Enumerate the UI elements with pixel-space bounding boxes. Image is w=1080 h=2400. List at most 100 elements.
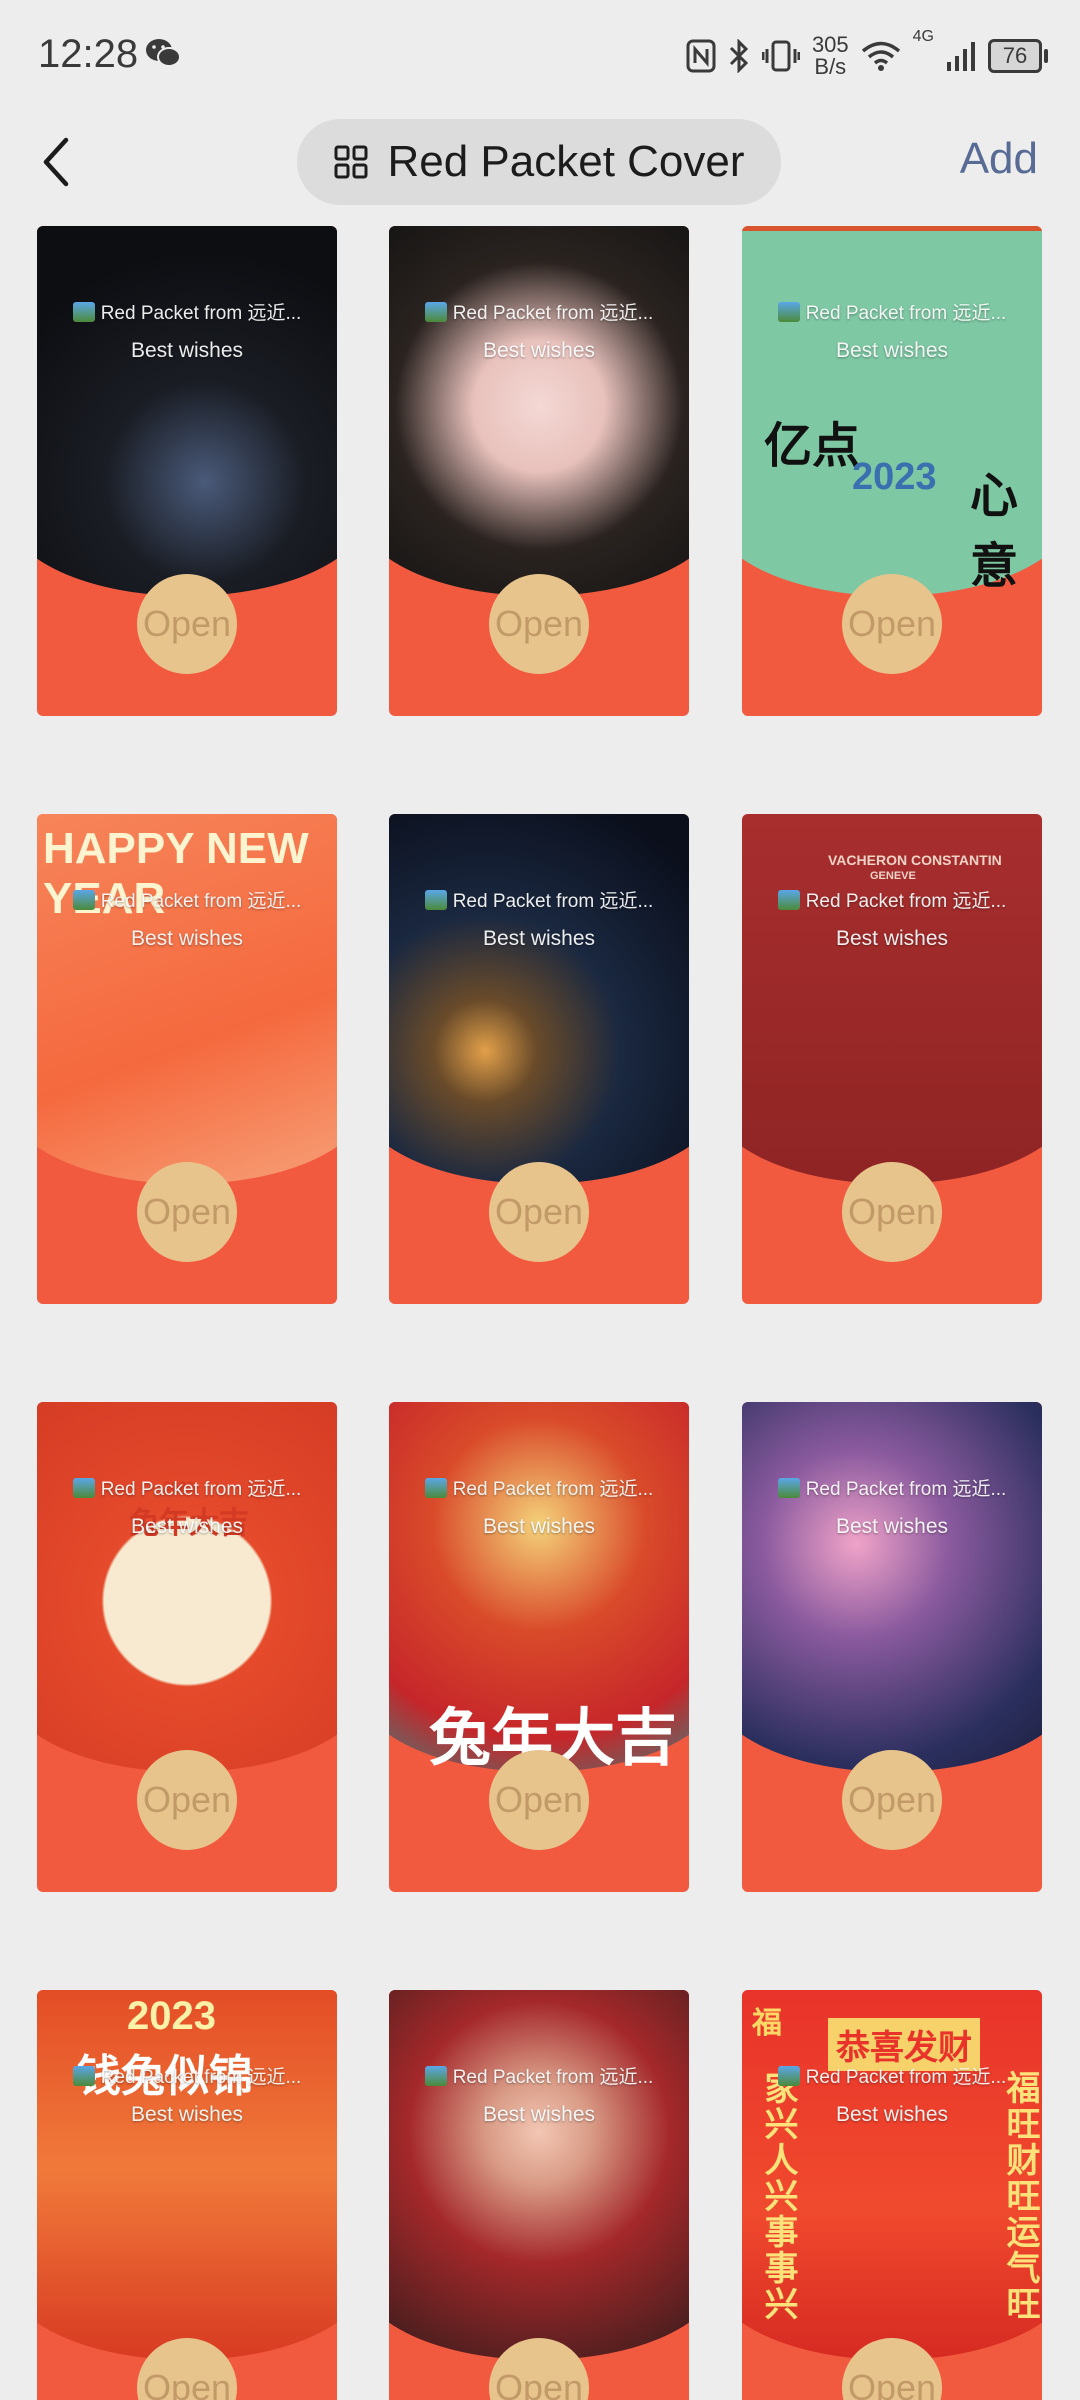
sender-line: Red Packet from 远近... [37,1474,337,1501]
cover-art-text: 心意 [970,470,1019,593]
sender-line: Red Packet from 远近... [742,2062,1042,2089]
red-packet-cover[interactable]: Red Packet from 远近... Best wishes Open [389,814,689,1304]
sender-avatar-icon [72,889,95,910]
sender-line: Red Packet from 远近... [389,1474,689,1501]
sender-line: Red Packet from 远近... [742,886,1042,913]
cover-art-text: VACHERON CONSTANTIN [828,852,1002,868]
vibrate-icon [761,40,800,72]
cover-info: Red Packet from 远近... Best wishes [37,886,337,951]
nfc-icon [686,39,716,73]
status-time: 12:28 [38,32,139,76]
open-button[interactable]: Open [137,1750,237,1850]
sender-text: Red Packet from 远近... [805,2067,1007,2088]
red-packet-cover[interactable]: Red Packet from 远近... Best wishes Open [742,1402,1042,1892]
cover-info: Red Packet from 远近... Best wishes [37,298,337,363]
wish-text: Best wishes [130,339,244,362]
wish-text: Best wishes [835,2103,949,2126]
cover-info: Red Packet from 远近... Best wishes [389,2062,689,2127]
red-packet-cover[interactable]: HAPPY NEW YEAR Red Packet from 远近... Best … [37,814,337,1304]
sender-text: Red Packet from 远近... [805,303,1007,324]
sender-line: Red Packet from 远近... [37,298,337,325]
back-button[interactable] [28,130,92,194]
sender-line: Red Packet from 远近... [37,2062,337,2089]
grid-icon [334,145,368,179]
bluetooth-icon [729,39,749,73]
open-button[interactable]: Open [489,1162,589,1262]
battery-icon: 76 [988,39,1048,73]
sender-line: Red Packet from 远近... [742,1474,1042,1501]
open-button[interactable]: Open [842,1162,942,1262]
red-packet-cover[interactable]: 亿点 心意 2023 Red Packet from 远近... Best wishes… [742,226,1042,716]
network-type: 4G [912,28,934,45]
cover-info: Red Packet from 远近... Best wishes [742,1474,1042,1539]
cover-artwork [389,226,689,606]
sender-line: Red Packet from 远近... [389,298,689,325]
cover-info: Red Packet from 远近... Best wishes [389,298,689,363]
sender-text: Red Packet from 远近... [452,891,654,912]
sender-line: Red Packet from 远近... [37,886,337,913]
sender-avatar-icon [424,1477,447,1498]
open-button[interactable]: Open [842,574,942,674]
cover-artwork: 恭喜发财福家兴人兴事事兴 福旺财旺运气旺 [742,1990,1042,2370]
red-packet-cover[interactable]: 兔年大吉 2023 Red Packet from 远近... Best wishes… [37,1402,337,1892]
wish-text: Best wishes [482,339,596,362]
header: Red Packet Cover Add [0,112,1080,216]
open-button[interactable]: Open [137,1162,237,1262]
sender-avatar-icon [72,1477,95,1498]
add-button[interactable]: Add [960,134,1038,184]
cover-art-text: 2023 [852,456,937,498]
open-button[interactable]: Open [842,1750,942,1850]
cover-artwork [742,1402,1042,1782]
title-pill[interactable]: Red Packet Cover [297,119,781,205]
wechat-icon [146,39,181,67]
cover-info: Red Packet from 远近... Best wishes [389,1474,689,1539]
open-button[interactable]: Open [137,574,237,674]
cover-info: Red Packet from 远近... Best wishes [37,2062,337,2127]
open-button[interactable]: Open [489,574,589,674]
sender-line: Red Packet from 远近... [742,298,1042,325]
sender-line: Red Packet from 远近... [389,2062,689,2089]
sender-avatar-icon [424,301,447,322]
sender-text: Red Packet from 远近... [100,303,302,324]
cover-art-text: 福 [752,2007,782,2040]
sender-avatar-icon [424,2065,447,2086]
cover-info: Red Packet from 远近... Best wishes [389,886,689,951]
cover-art-text: 2023 [127,1994,216,2038]
red-packet-cover[interactable]: VACHERON CONSTANTIN GENEVE Red Packet from… [742,814,1042,1304]
cover-artwork [37,226,337,606]
cover-grid: Red Packet from 远近... Best wishes Open Red … [0,226,1080,2400]
cover-info: Red Packet from 远近... Best wishes [742,2062,1042,2127]
red-packet-cover[interactable]: Red Packet from 远近... Best wishes Open [37,226,337,716]
sender-avatar-icon [72,2065,95,2086]
red-packet-cover[interactable]: Red Packet from 远近... Best wishes Open [389,226,689,716]
wish-text: Best wishes [835,339,949,362]
page-title: Red Packet Cover [387,137,745,186]
wish-text: Best wishes [835,1515,949,1538]
cover-artwork: 2023 钱兔似锦 [37,1990,337,2370]
wish-text: Best wishes [130,2103,244,2126]
wish-text: Best wishes [835,927,949,950]
network-speed: 305 B/s [811,32,849,79]
sender-text: Red Packet from 远近... [452,303,654,324]
red-packet-cover[interactable]: Red Packet from 远近... Best wishes Open [389,1990,689,2400]
sender-line: Red Packet from 远近... [389,886,689,913]
signal-icon [947,42,975,71]
wish-text: Best wishes [130,1515,244,1538]
red-packet-cover[interactable]: 2023 钱兔似锦 Red Packet from 远近... Best wishes… [37,1990,337,2400]
sender-avatar-icon [777,2065,800,2086]
cover-artwork: HAPPY NEW YEAR [37,814,337,1194]
red-packet-cover[interactable]: 恭喜发财福家兴人兴事事兴 福旺财旺运气旺 Red Packet from 远近...… [742,1990,1042,2400]
sender-text: Red Packet from 远近... [452,2067,654,2088]
cover-artwork [389,1990,689,2370]
cover-artwork: 兔年大吉 2023 [37,1402,337,1782]
wish-text: Best wishes [482,927,596,950]
open-button[interactable]: Open [489,1750,589,1850]
sender-text: Red Packet from 远近... [100,2067,302,2088]
wish-text: Best wishes [482,1515,596,1538]
red-packet-cover[interactable]: 兔年大吉 Red Packet from 远近... Best wishes Open [389,1402,689,1892]
sender-avatar-icon [777,301,800,322]
sender-avatar-icon [424,889,447,910]
cover-info: Red Packet from 远近... Best wishes [742,298,1042,363]
sender-avatar-icon [777,889,800,910]
sender-avatar-icon [777,1477,800,1498]
